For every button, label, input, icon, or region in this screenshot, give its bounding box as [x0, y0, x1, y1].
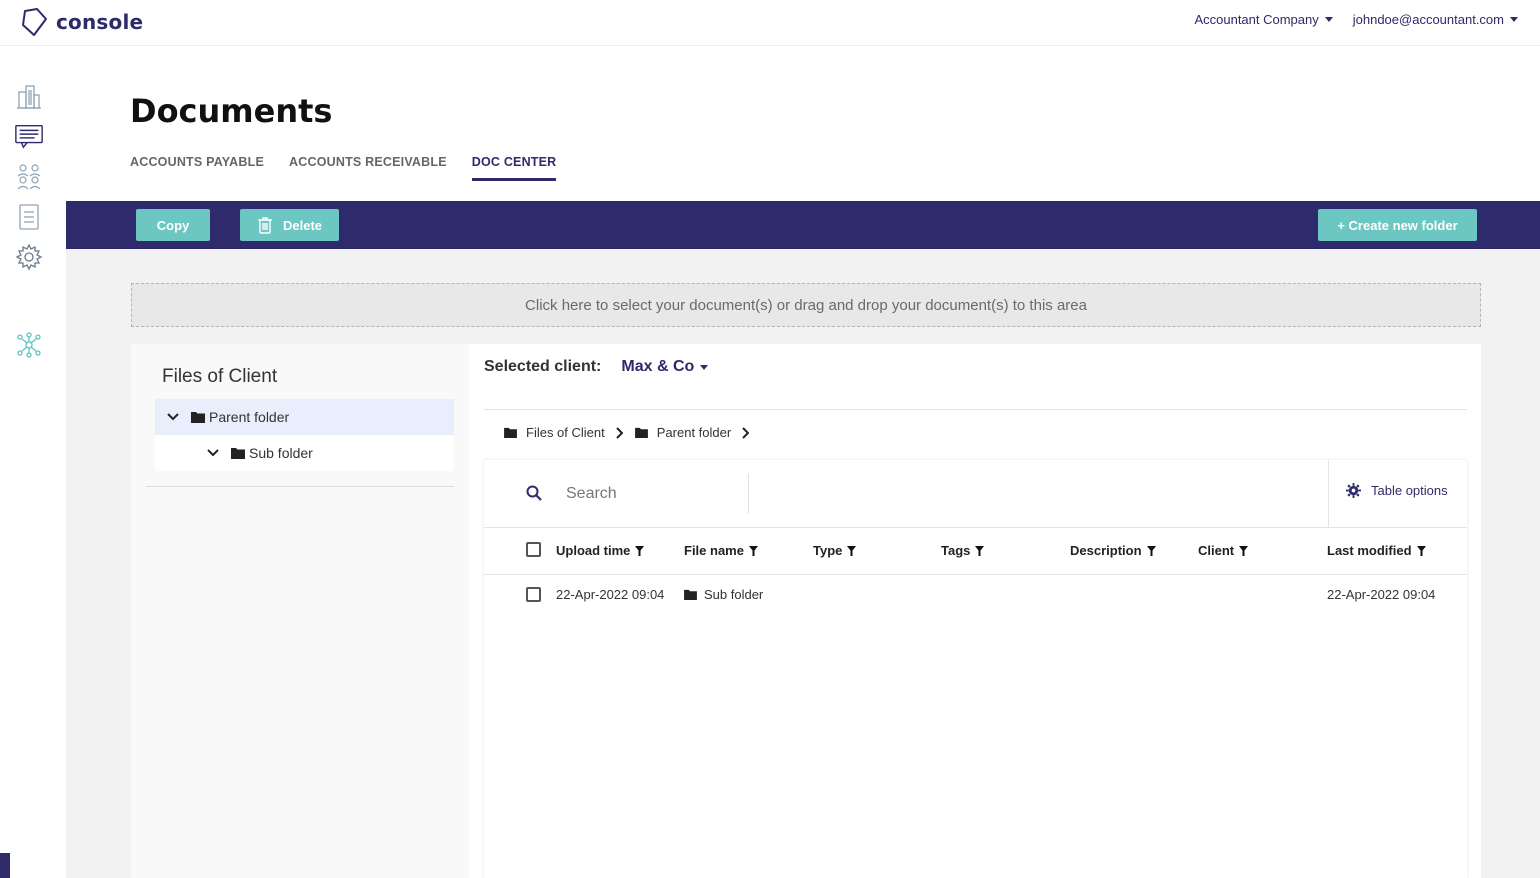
copy-button[interactable]: Copy: [136, 209, 210, 241]
trash-icon: [257, 217, 272, 234]
content-area: Click here to select your document(s) or…: [66, 249, 1540, 878]
tree-item-parent-folder[interactable]: Parent folder: [155, 399, 454, 435]
divider: [146, 486, 454, 487]
cell-upload-time: 22-Apr-2022 09:04: [556, 587, 665, 602]
user-email: johndoe@accountant.com: [1352, 12, 1504, 27]
table-options-button[interactable]: Table options: [1346, 483, 1448, 498]
select-all-checkbox[interactable]: [526, 542, 541, 557]
chevron-down-icon[interactable]: [167, 412, 179, 422]
tree-item-sub-folder[interactable]: Sub folder: [155, 435, 454, 471]
client-name: Max & Co: [621, 358, 695, 375]
folder-icon: [684, 589, 697, 600]
top-bar: console Accountant Company johndoe@accou…: [0, 0, 1540, 46]
filter-icon[interactable]: [847, 545, 857, 556]
action-bar: Copy Delete + Create new folder: [66, 201, 1540, 249]
filter-icon[interactable]: [1239, 545, 1249, 556]
chevron-right-icon: [742, 426, 750, 439]
filter-icon[interactable]: [748, 545, 758, 556]
tree-item-label: Parent folder: [209, 409, 290, 425]
network-icon[interactable]: [14, 330, 44, 360]
tab-doc-center[interactable]: DOC CENTER: [471, 155, 557, 181]
table-row[interactable]: 22-Apr-2022 09:04 Sub folder 22-Apr-2022…: [484, 575, 1467, 615]
files-panel: Selected client: Max & Co Files of Clien…: [469, 344, 1481, 878]
divider: [484, 409, 1467, 410]
folder-icon: [634, 427, 648, 438]
breadcrumb: Files of Client Parent folder: [504, 425, 761, 440]
table-options-label: Table options: [1371, 483, 1448, 498]
tree-item-label: Sub folder: [249, 445, 313, 461]
tabs: ACCOUNTS PAYABLE ACCOUNTS RECEIVABLE DOC…: [130, 155, 581, 181]
upload-dropzone[interactable]: Click here to select your document(s) or…: [131, 283, 1481, 327]
folder-icon: [191, 412, 205, 423]
chevron-right-icon: [616, 426, 623, 439]
breadcrumb-item-parent-folder[interactable]: Parent folder: [634, 425, 731, 440]
tab-accounts-receivable[interactable]: ACCOUNTS RECEIVABLE: [289, 155, 447, 181]
column-description[interactable]: Description: [1070, 543, 1156, 558]
breadcrumb-item-files-of-client[interactable]: Files of Client: [504, 425, 605, 440]
filter-icon[interactable]: [635, 545, 645, 556]
document-list-icon[interactable]: [14, 202, 44, 232]
logo-text: console: [56, 10, 144, 34]
selected-client-label: Selected client:: [484, 358, 602, 375]
buildings-icon[interactable]: [14, 82, 44, 112]
column-tags[interactable]: Tags: [941, 543, 985, 558]
caret-down-icon: [1510, 17, 1518, 22]
column-client[interactable]: Client: [1198, 543, 1249, 558]
folder-tree-panel: Files of Client Parent folder Sub folder: [131, 344, 469, 878]
gear-icon[interactable]: [14, 242, 44, 272]
filter-icon[interactable]: [1146, 545, 1156, 556]
people-icon[interactable]: [14, 162, 44, 192]
divider: [1328, 460, 1329, 528]
search-icon: [526, 485, 542, 501]
selected-client: Selected client: Max & Co: [484, 358, 709, 376]
create-folder-button[interactable]: + Create new folder: [1318, 209, 1477, 241]
table-toolbar: Table options: [484, 460, 1467, 528]
logo-icon: [22, 8, 47, 36]
folder-icon: [231, 448, 245, 459]
delete-button[interactable]: Delete: [240, 209, 339, 241]
search-input[interactable]: [554, 474, 749, 514]
table-header: Upload time File name Type Tags Descript…: [484, 528, 1467, 575]
column-type[interactable]: Type: [813, 543, 857, 558]
caret-down-icon: [700, 364, 709, 370]
sidebar: [0, 46, 66, 878]
sidebar-collapse-handle[interactable]: [0, 853, 10, 878]
cell-file-name[interactable]: Sub folder: [684, 587, 763, 602]
cell-last-modified: 22-Apr-2022 09:04: [1327, 587, 1436, 602]
client-dropdown[interactable]: Max & Co: [621, 358, 709, 376]
gear-icon: [1346, 483, 1361, 498]
files-table: Table options Upload time File name Type…: [484, 460, 1467, 878]
filter-icon[interactable]: [1416, 545, 1426, 556]
delete-label: Delete: [282, 217, 323, 233]
caret-down-icon: [1324, 17, 1333, 22]
folder-tree-title: Files of Client: [162, 366, 278, 387]
company-name: Accountant Company: [1194, 12, 1319, 27]
column-file-name[interactable]: File name: [684, 543, 758, 558]
tab-accounts-payable[interactable]: ACCOUNTS PAYABLE: [130, 155, 264, 181]
user-dropdown[interactable]: johndoe@accountant.com: [1353, 12, 1518, 27]
column-upload-time[interactable]: Upload time: [556, 543, 645, 558]
chevron-down-icon[interactable]: [207, 448, 219, 458]
logo[interactable]: console: [20, 7, 143, 37]
row-checkbox[interactable]: [526, 587, 541, 602]
folder-icon: [504, 427, 517, 438]
column-last-modified[interactable]: Last modified: [1327, 543, 1426, 558]
page-title: Documents: [130, 92, 333, 130]
chat-icon[interactable]: [14, 121, 44, 151]
company-dropdown[interactable]: Accountant Company: [1194, 12, 1333, 27]
filter-icon[interactable]: [975, 545, 985, 556]
